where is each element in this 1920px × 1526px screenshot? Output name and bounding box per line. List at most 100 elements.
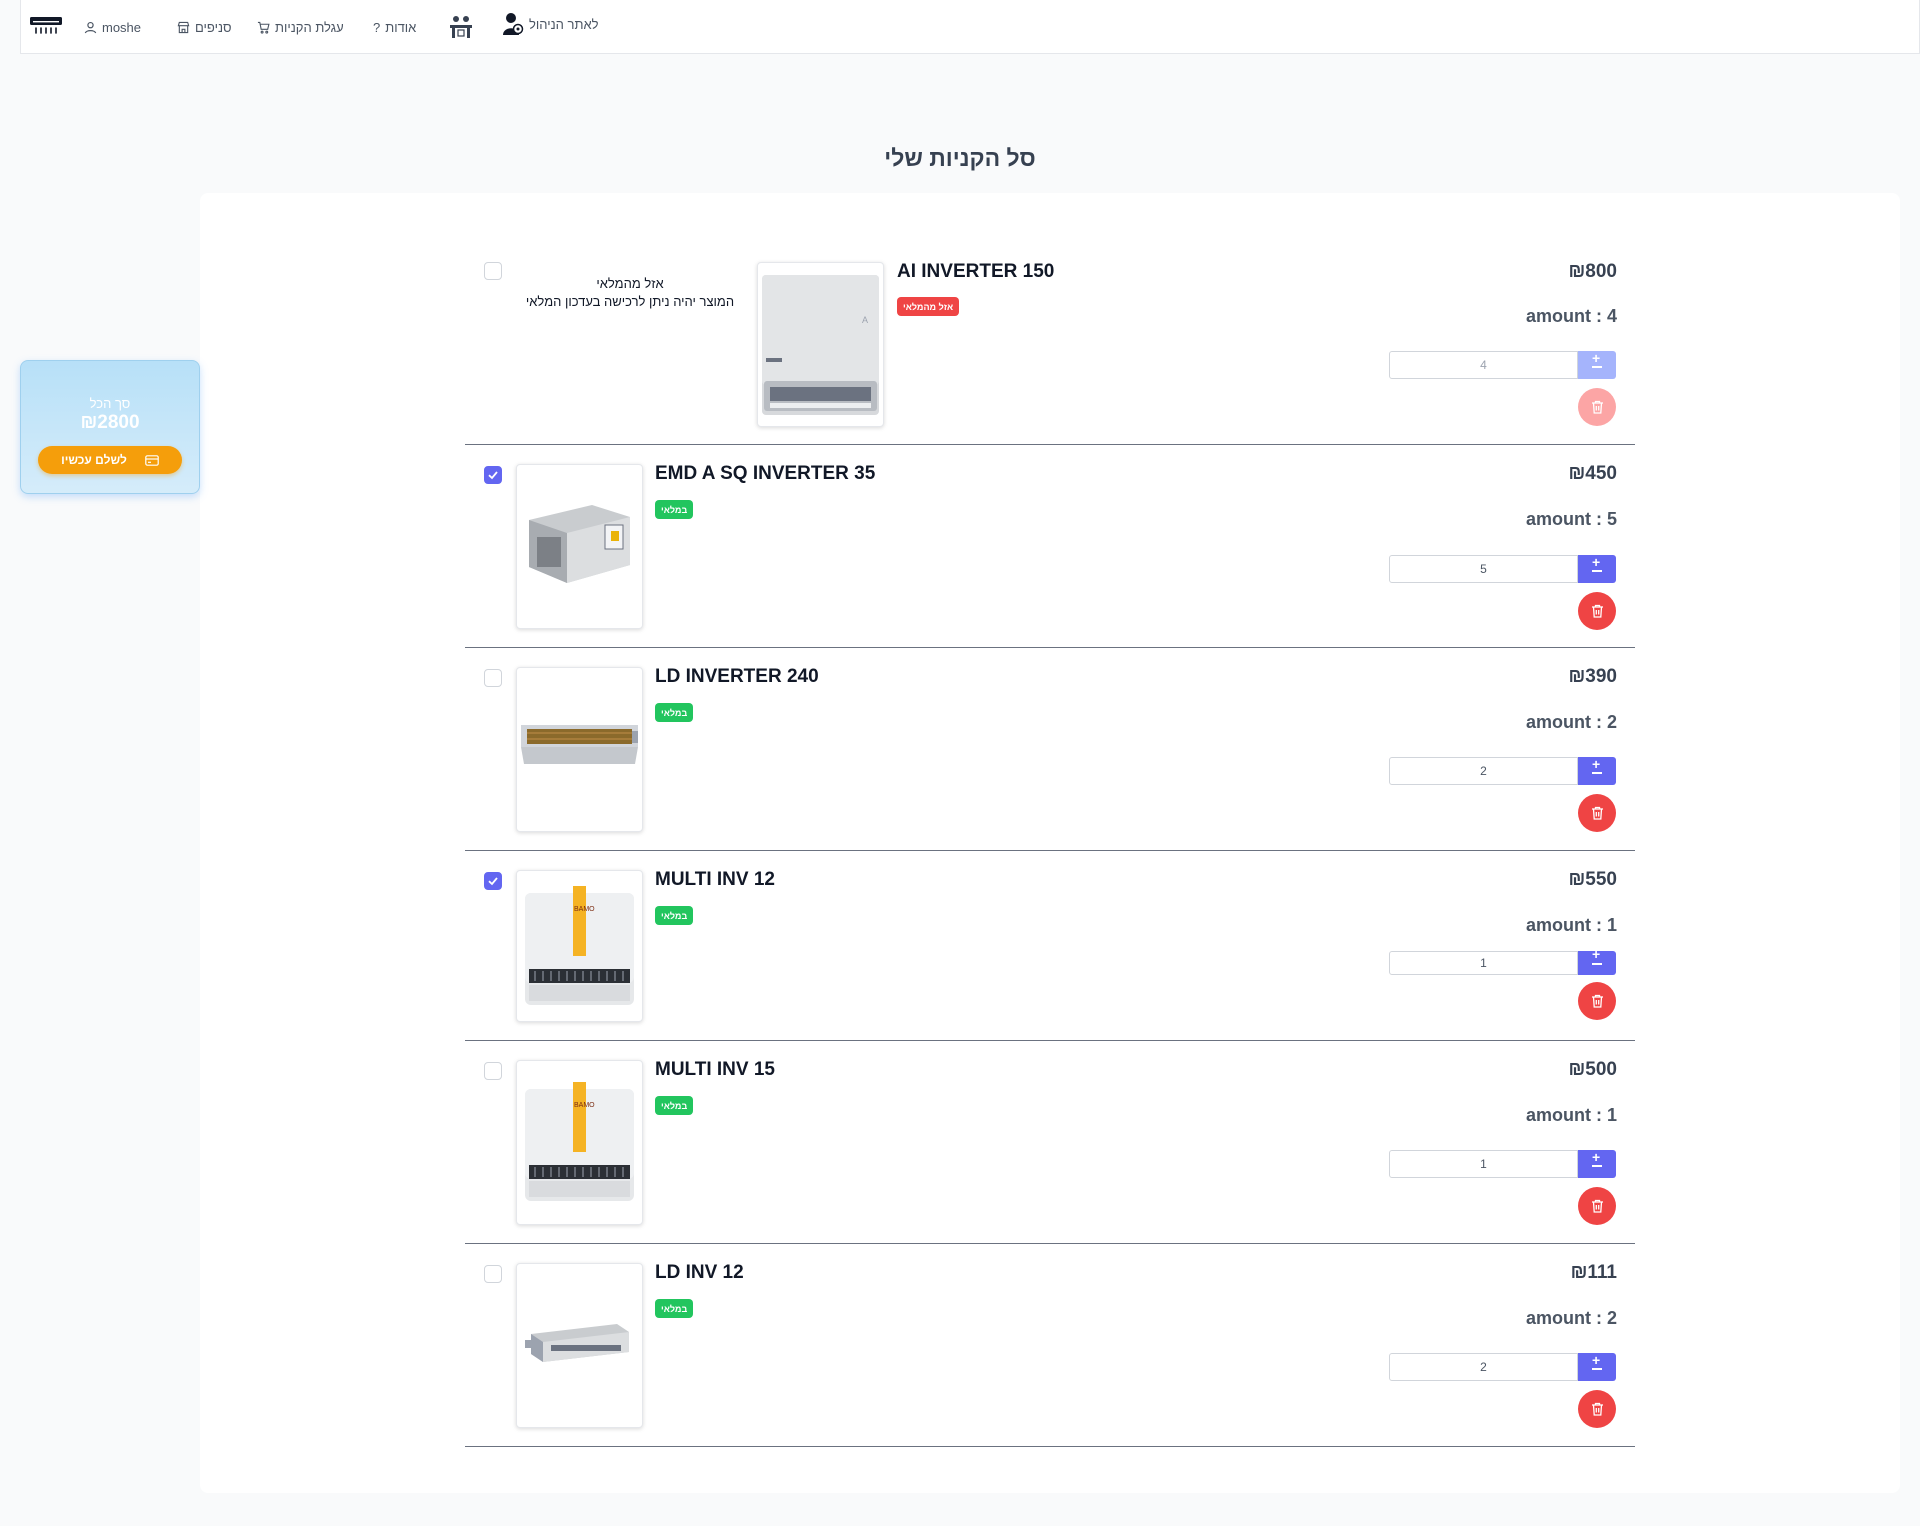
out-of-stock-note: אזל מהמלאי המוצר יהיה ניתן לרכישה בעדכון… bbox=[510, 275, 750, 311]
amount-label: amount : 2 bbox=[1525, 1308, 1617, 1328]
cart-list: אזל מהמלאי המוצר יהיה ניתן לרכישה בעדכון… bbox=[465, 243, 1635, 1447]
item-select-checkbox[interactable] bbox=[484, 466, 502, 484]
cart-item-row: BAMO MULTI INV 12 במלאי ₪550 amount : 1 … bbox=[465, 851, 1635, 1041]
product-name: LD INV 12 bbox=[655, 1262, 744, 1283]
stock-badge: במלאי bbox=[655, 703, 694, 722]
minus-icon bbox=[1592, 366, 1602, 368]
delete-button[interactable] bbox=[1578, 592, 1616, 630]
nav-branches-label: סניפים bbox=[195, 19, 232, 35]
stock-badge: במלאי bbox=[655, 906, 694, 925]
stock-badge: במלאי bbox=[655, 1299, 694, 1318]
trash-icon bbox=[1591, 806, 1603, 820]
top-navbar: moshe סניפים עגלת הקניות ? אודות לאתר הנ… bbox=[20, 0, 1920, 54]
nav-admin-label: לאתר הניהול bbox=[529, 16, 599, 32]
amount-label: amount : 4 bbox=[1525, 306, 1617, 326]
nav-cart-label: עגלת הקניות bbox=[275, 19, 344, 35]
svg-text:A: A bbox=[862, 315, 868, 325]
oos-note-title: אזל מהמלאי bbox=[596, 276, 664, 291]
product-image[interactable]: A bbox=[757, 262, 884, 427]
product-image[interactable]: BAMO bbox=[516, 870, 643, 1022]
nav-admin[interactable]: לאתר הניהול bbox=[502, 13, 599, 35]
wall-unit-image: BAMO bbox=[525, 1082, 634, 1201]
quantity-stepper[interactable]: + bbox=[1578, 757, 1616, 785]
cart-summary-card: סך הכל ₪2800 לשלם עכשיו bbox=[20, 360, 200, 494]
page-title: סל הקניות שלי bbox=[884, 145, 1036, 171]
pay-now-label: לשלם עכשיו bbox=[61, 453, 127, 467]
workers-icon[interactable] bbox=[448, 14, 474, 40]
product-image[interactable] bbox=[516, 464, 643, 629]
trash-icon bbox=[1591, 994, 1603, 1008]
quantity-input[interactable]: 5 bbox=[1389, 555, 1578, 583]
product-name: EMD A SQ INVERTER 35 bbox=[655, 463, 876, 484]
item-select-checkbox[interactable] bbox=[484, 262, 502, 280]
store-icon bbox=[177, 21, 190, 33]
quantity-input[interactable]: 4 bbox=[1389, 351, 1578, 379]
stock-badge: במלאי bbox=[655, 1096, 694, 1115]
product-price: ₪500 bbox=[1568, 1059, 1618, 1080]
nav-branches[interactable]: סניפים bbox=[177, 17, 232, 37]
trash-icon bbox=[1591, 1199, 1603, 1213]
quantity-stepper[interactable]: + bbox=[1578, 1353, 1616, 1381]
product-name: MULTI INV 15 bbox=[655, 1059, 775, 1080]
product-price: ₪390 bbox=[1568, 666, 1618, 687]
summary-label: סך הכל bbox=[89, 396, 131, 411]
quantity-stepper[interactable]: + bbox=[1578, 555, 1616, 583]
nav-about-label: אודות bbox=[385, 19, 417, 35]
quantity-input[interactable]: 2 bbox=[1389, 757, 1578, 785]
minus-icon bbox=[1592, 772, 1602, 774]
svg-text:BAMO: BAMO bbox=[574, 906, 595, 913]
pay-now-button[interactable]: לשלם עכשיו bbox=[38, 446, 182, 474]
check-icon bbox=[488, 471, 498, 480]
nav-about[interactable]: ? אודות bbox=[373, 17, 416, 37]
oos-note-text: המוצר יהיה ניתן לרכישה בעדכון המלאי bbox=[525, 294, 735, 309]
delete-button[interactable] bbox=[1578, 982, 1616, 1020]
quantity-stepper[interactable]: + bbox=[1578, 1150, 1616, 1178]
trash-icon bbox=[1591, 604, 1603, 618]
item-select-checkbox[interactable] bbox=[484, 1265, 502, 1283]
amount-label: amount : 2 bbox=[1525, 712, 1617, 732]
check-icon bbox=[488, 877, 498, 886]
item-select-checkbox[interactable] bbox=[484, 669, 502, 687]
item-select-checkbox[interactable] bbox=[484, 1062, 502, 1080]
delete-button[interactable] bbox=[1578, 794, 1616, 832]
plus-icon: + bbox=[1592, 756, 1601, 772]
quantity-input[interactable]: 1 bbox=[1389, 951, 1578, 975]
amount-label: amount : 1 bbox=[1525, 915, 1617, 935]
plus-icon: + bbox=[1592, 554, 1601, 570]
product-name: MULTI INV 12 bbox=[655, 869, 775, 890]
delete-button[interactable] bbox=[1578, 1390, 1616, 1428]
minus-icon bbox=[1592, 1165, 1602, 1167]
plus-icon: + bbox=[1592, 1149, 1601, 1165]
duct-unit-image bbox=[529, 505, 630, 583]
product-price: ₪550 bbox=[1568, 869, 1618, 890]
quantity-stepper[interactable]: + bbox=[1578, 351, 1616, 379]
plus-icon: + bbox=[1592, 350, 1601, 366]
nav-cart[interactable]: עגלת הקניות bbox=[257, 17, 344, 37]
delete-button[interactable] bbox=[1578, 1187, 1616, 1225]
stock-badge: אזל מהמלאי bbox=[897, 297, 960, 316]
product-image[interactable]: BAMO bbox=[516, 1060, 643, 1225]
item-select-checkbox[interactable] bbox=[484, 872, 502, 890]
stock-badge: במלאי bbox=[655, 500, 694, 519]
nav-user-label: moshe bbox=[102, 19, 142, 35]
cart-item-row: LD INVERTER 240 במלאי ₪390 amount : 2 2 … bbox=[465, 648, 1635, 851]
product-image[interactable] bbox=[516, 1263, 643, 1428]
delete-button[interactable] bbox=[1578, 388, 1616, 426]
product-price: ₪450 bbox=[1568, 463, 1618, 484]
nav-user[interactable]: moshe bbox=[84, 17, 141, 37]
amount-label: amount : 1 bbox=[1525, 1105, 1617, 1125]
summary-total: ₪2800 bbox=[80, 412, 140, 433]
cart-item-row: BAMO MULTI INV 15 במלאי ₪500 amount : 1 … bbox=[465, 1041, 1635, 1244]
plus-icon: + bbox=[1592, 1352, 1601, 1368]
minus-icon bbox=[1592, 963, 1602, 965]
quantity-stepper[interactable]: + bbox=[1578, 947, 1616, 975]
cart-item-row: אזל מהמלאי המוצר יהיה ניתן לרכישה בעדכון… bbox=[465, 243, 1635, 445]
air-conditioner-icon[interactable] bbox=[29, 15, 63, 35]
quantity-input[interactable]: 2 bbox=[1389, 1353, 1578, 1381]
product-image[interactable] bbox=[516, 667, 643, 832]
minus-icon bbox=[1592, 1368, 1602, 1370]
cart-item-row: LD INV 12 במלאי ₪111 amount : 2 2 + bbox=[465, 1244, 1635, 1447]
credit-card-icon bbox=[145, 454, 159, 466]
question-icon: ? bbox=[373, 19, 381, 35]
quantity-input[interactable]: 1 bbox=[1389, 1150, 1578, 1178]
